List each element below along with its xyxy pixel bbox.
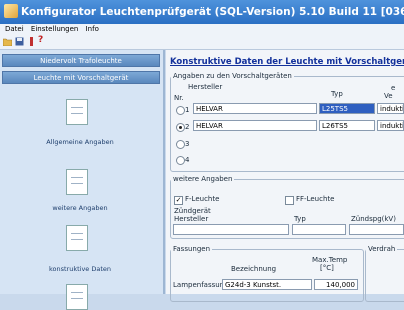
typ-column-label: Typ: [331, 90, 343, 98]
document-icon[interactable]: [66, 169, 88, 195]
row-1-hersteller-input[interactable]: HELVAR: [193, 103, 317, 114]
hersteller-column-label: Hersteller: [188, 83, 223, 91]
menu-datei[interactable]: Datei: [5, 25, 24, 33]
row-2-nr: 2: [185, 123, 190, 131]
menu-bar: Datei Einstellungen Info: [0, 24, 404, 35]
app-icon: [4, 4, 18, 18]
row-3-radio[interactable]: [176, 140, 185, 149]
document-icon[interactable]: [66, 99, 88, 125]
row-4-nr: 4: [185, 156, 190, 164]
sidebar-item-weitere-angaben[interactable]: weitere Angaben: [0, 204, 160, 212]
row-2-art-input[interactable]: induktiv: [377, 120, 404, 131]
sidebar-item-allgemeine-angaben[interactable]: Allgemeine Angaben: [0, 138, 160, 146]
max-temp-input[interactable]: 140,000: [314, 279, 358, 290]
zuendgeraet-label: Zündgerät: [174, 207, 211, 215]
fassung-bezeichnung-input[interactable]: G24d-3 Kunstst.: [222, 279, 312, 290]
row-1-typ-input[interactable]: L25TS5: [319, 103, 375, 114]
lampenfassung-label: Lampenfassung: [173, 281, 229, 289]
group-legend: weitere Angaben: [173, 175, 233, 183]
max-temp-label: Max.Temp: [312, 256, 348, 264]
sidebar-item-konstruktive-daten[interactable]: konstruktive Daten: [0, 265, 160, 273]
temp-unit-label: [°C]: [320, 264, 334, 272]
ff-leuchte-checkbox[interactable]: [285, 196, 294, 205]
zuend-typ-input[interactable]: [292, 224, 346, 235]
zuend-hersteller-input[interactable]: [173, 224, 289, 235]
row-1-radio[interactable]: [176, 106, 185, 115]
save-icon[interactable]: [15, 37, 24, 46]
ve-column-label: Ve: [384, 92, 393, 100]
zuendspg-input[interactable]: [349, 224, 404, 235]
verdrahtung-group: Verdrah: [365, 245, 404, 302]
row-2-radio[interactable]: [176, 123, 185, 132]
document-icon[interactable]: [66, 225, 88, 251]
sidebar: Niedervolt Trafoleuchte Leuchte mit Vors…: [0, 50, 165, 310]
sidebar-button-leuchte-vorschaltgeraet[interactable]: Leuchte mit Vorschaltgerät: [2, 71, 160, 84]
row-2-hersteller-input[interactable]: HELVAR: [193, 120, 317, 131]
row-4-radio[interactable]: [176, 156, 185, 165]
window-titlebar: Konfigurator Leuchtenprüfgerät (SQL-Vers…: [0, 0, 404, 24]
bar-icon[interactable]: [27, 37, 36, 46]
fassungen-group: Fassungen: [170, 245, 364, 302]
row-2-typ-input[interactable]: L26TS5: [319, 120, 375, 131]
f-leuchte-checkbox[interactable]: ✓: [174, 196, 183, 205]
bezeichnung-label: Bezeichnung: [231, 265, 277, 273]
menu-info[interactable]: Info: [86, 25, 99, 33]
main-panel: Konstruktive Daten der Leuchte mit Vorsc…: [166, 50, 404, 302]
document-icon[interactable]: [66, 284, 88, 310]
sidebar-button-niedervolt[interactable]: Niedervolt Trafoleuchte: [2, 54, 160, 67]
f-leuchte-label: F-Leuchte: [185, 195, 220, 203]
group-legend: Verdrah: [368, 245, 396, 253]
group-legend: Fassungen: [173, 245, 211, 253]
row-1-art-input[interactable]: induktiv: [377, 103, 404, 114]
zuendspg-label: Zündspg(kV): [351, 215, 396, 223]
nr-label: Nr.: [174, 94, 184, 102]
menu-einstellungen[interactable]: Einstellungen: [31, 25, 78, 33]
row-1-nr: 1: [185, 106, 190, 114]
e-column-label: e: [391, 84, 396, 92]
help-icon[interactable]: ?: [38, 35, 43, 45]
window-title: Konfigurator Leuchtenprüfgerät (SQL-Vers…: [21, 6, 404, 18]
page-title: Konstruktive Daten der Leuchte mit Vorsc…: [170, 57, 404, 67]
group-legend: Angaben zu den Vorschaltgeräten: [173, 72, 292, 80]
toolbar: ?: [0, 35, 404, 50]
ff-leuchte-label: FF-Leuchte: [296, 195, 335, 203]
folder-open-icon[interactable]: [3, 37, 12, 46]
zuend-hersteller-label: Hersteller: [174, 215, 209, 223]
row-3-nr: 3: [185, 140, 190, 148]
zuend-typ-label: Typ: [294, 215, 306, 223]
